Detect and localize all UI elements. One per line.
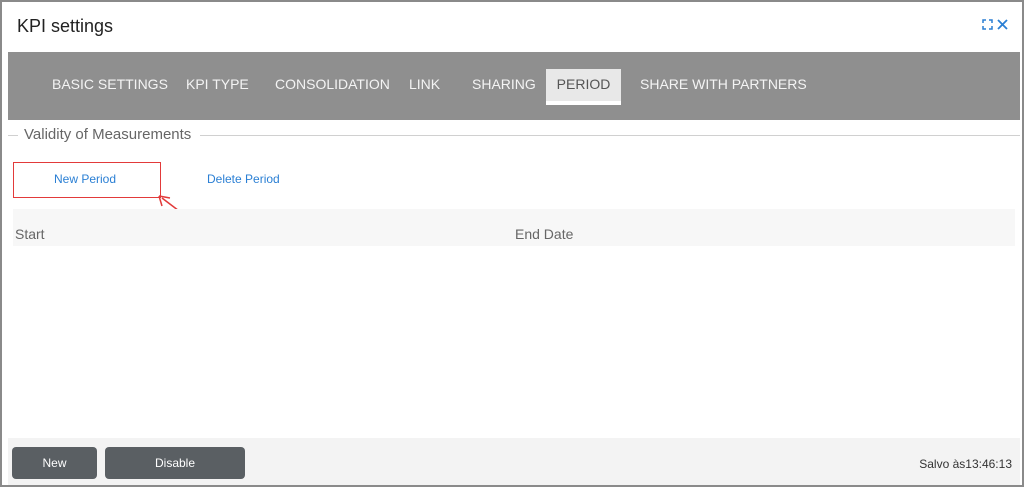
tab-basic-settings[interactable]: BASIC SETTINGS <box>38 69 182 105</box>
tab-link[interactable]: LINK <box>395 69 454 105</box>
table-body <box>13 246 1015 436</box>
disable-button[interactable]: Disable <box>105 447 245 479</box>
tab-bar: BASIC SETTINGS KPI TYPE CONSOLIDATION LI… <box>8 52 1020 120</box>
fieldset-border-right <box>200 135 1020 136</box>
tab-sharing[interactable]: SHARING <box>458 69 550 105</box>
tab-share-with-partners[interactable]: SHARE WITH PARTNERS <box>626 69 821 105</box>
new-period-button[interactable]: New Period <box>54 172 116 186</box>
table-header <box>13 209 1015 246</box>
column-end-date: End Date <box>515 226 574 242</box>
save-status: Salvo às13:46:13 <box>919 457 1012 471</box>
new-button[interactable]: New <box>12 447 97 479</box>
window-title: KPI settings <box>17 16 114 36</box>
fieldset-border-left <box>8 135 18 136</box>
tab-consolidation[interactable]: CONSOLIDATION <box>261 69 404 105</box>
delete-period-button[interactable]: Delete Period <box>207 172 280 186</box>
tab-kpi-type[interactable]: KPI TYPE <box>172 69 263 105</box>
window-controls <box>982 19 1008 30</box>
section-legend: Validity of Measurements <box>22 126 194 143</box>
tab-period[interactable]: PERIOD <box>546 69 621 105</box>
expand-icon[interactable] <box>982 19 993 30</box>
close-icon[interactable] <box>997 19 1008 30</box>
column-start: Start <box>15 226 45 242</box>
kpi-settings-window: KPI settings BASIC SETTINGS KPI TYPE CON… <box>0 0 1024 487</box>
